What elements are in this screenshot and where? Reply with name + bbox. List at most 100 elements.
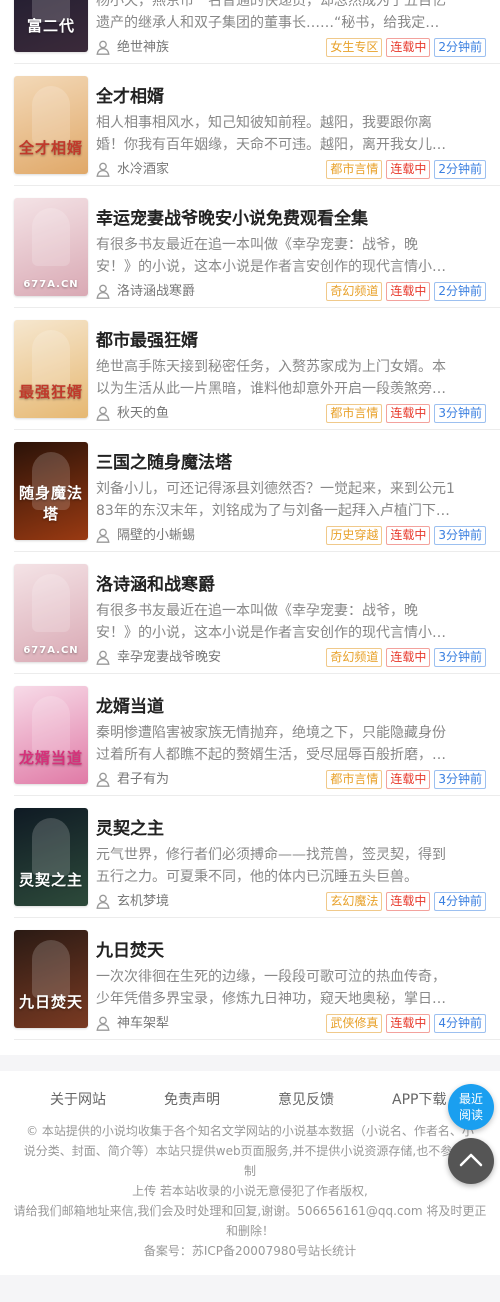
- category-tag[interactable]: 都市言情: [326, 770, 383, 789]
- book-author[interactable]: 幸孕宠妻战爷晚安: [117, 648, 221, 668]
- update-time-tag: 3分钟前: [434, 526, 486, 545]
- book-meta-row: 秋天的鱼 都市言情 连载中 3分钟前: [96, 404, 486, 424]
- book-title[interactable]: 幸运宠妻战爷晚安小说免费观看全集: [96, 204, 368, 229]
- cover-figure: [32, 330, 70, 388]
- book-item[interactable]: 九日焚天 九日焚天 一次次徘徊在生死的边缘，一段段可歌可泣的热血传奇， 少年凭借多界宝…: [0, 918, 500, 1040]
- category-tag[interactable]: 女生专区: [326, 38, 383, 57]
- footer-link-app-download[interactable]: APP下载: [392, 1089, 446, 1109]
- book-item[interactable]: 最强狂婿 都市最强狂婿绝世高手陈天接到秘密任务，入赘苏家成为上门女婿。本 以为生活从…: [0, 308, 500, 430]
- book-description: 绝世高手陈天接到秘密任务，入赘苏家成为上门女婿。本 以为生活从此一片黑暗，谁料他却…: [96, 356, 484, 400]
- cover-title: 677A.CN: [23, 279, 79, 290]
- book-author[interactable]: 洛诗涵战寒爵: [117, 282, 195, 302]
- category-tag[interactable]: 历史穿越: [326, 526, 383, 545]
- book-description: 杨小天，燕京市一名普通的快递员，却忽然成为了五百亿 遗产的继承人和双子集团的董事长…: [96, 0, 484, 34]
- update-time-tag: 4分钟前: [434, 1014, 486, 1033]
- book-cover[interactable]: 富二代: [14, 0, 88, 52]
- category-tag[interactable]: 武侠修真: [326, 1014, 383, 1033]
- description-line: 安！》的小说，这本小说是作者言安创作的现代言情小…: [96, 625, 446, 641]
- user-icon: [96, 650, 110, 665]
- book-description: 元气世界，修行者们必须搏命——找荒兽，签灵契，得到 五行之力。可夏秉不同，他的体内…: [96, 844, 484, 888]
- description-line: 83年的东汉末年，刘铭成为了与刘备一起拜入卢植门下…: [96, 503, 450, 519]
- user-icon: [96, 528, 110, 543]
- book-author[interactable]: 隔壁的小蜥蜴: [117, 526, 195, 546]
- book-title[interactable]: 龙婿当道: [96, 692, 164, 717]
- book-cover[interactable]: 龙婿当道: [14, 686, 88, 784]
- update-time-tag: 2分钟前: [434, 160, 486, 179]
- cover-figure: [32, 696, 70, 754]
- book-author[interactable]: 秋天的鱼: [117, 404, 169, 424]
- cover-figure: [32, 86, 70, 144]
- update-time-tag: 3分钟前: [434, 648, 486, 667]
- footer-notice-line: 说分类、封面、简介等）本站只提供web页面服务,并不提供小说资源存储,也不参与录: [23, 1144, 477, 1158]
- update-time-tag: 2分钟前: [434, 282, 486, 301]
- book-tags: 奇幻频道 连载中 2分钟前: [326, 282, 486, 302]
- description-line: 绝世高手陈天接到秘密任务，入赘苏家成为上门女婿。本: [96, 359, 446, 375]
- user-icon: [96, 284, 110, 299]
- book-item[interactable]: 龙婿当道 龙婿当道 秦明惨遭陷害被家族无情抛弃，绝境之下，只能隐藏身份 过着所有人都瞧…: [0, 674, 500, 796]
- back-to-top-button[interactable]: [448, 1138, 494, 1184]
- user-icon: [96, 406, 110, 421]
- book-title[interactable]: 都市最强狂婿: [96, 326, 198, 351]
- book-title[interactable]: 全才相婿: [96, 82, 164, 107]
- book-cover[interactable]: 全才相婿: [14, 76, 88, 174]
- book-description: 有很多书友最近在追一本叫做《幸孕宠妻：战爷，晚安！》的小说，这本小说是作者言安创…: [96, 600, 484, 644]
- book-title[interactable]: 灵契之主: [96, 814, 164, 839]
- book-cover[interactable]: 随身魔法塔: [14, 442, 88, 540]
- category-tag[interactable]: 奇幻频道: [326, 282, 383, 301]
- book-title[interactable]: 洛诗涵和战寒爵: [96, 570, 215, 595]
- footer-links: 关于网站 免责声明 意见反馈 APP下载: [0, 1089, 500, 1109]
- footer-link-feedback[interactable]: 意见反馈: [278, 1089, 334, 1109]
- book-cover[interactable]: 最强狂婿: [14, 320, 88, 418]
- cover-figure: [32, 818, 70, 876]
- book-tags: 都市言情 连载中 3分钟前: [326, 770, 486, 790]
- description-line: 有很多书友最近在追一本叫做《幸孕宠妻：战爷，晚: [96, 603, 418, 619]
- book-author[interactable]: 玄机梦境: [117, 892, 169, 912]
- book-tags: 武侠修真 连载中 4分钟前: [326, 1014, 486, 1034]
- description-line: 少年凭借多界宝录，修炼九日神功，窥天地奥秘，掌日…: [96, 991, 446, 1007]
- category-tag[interactable]: 奇幻频道: [326, 648, 383, 667]
- book-item[interactable]: 677A.CN 洛诗涵和战寒爵有很多书友最近在追一本叫做《幸孕宠妻：战爷，晚安！》…: [0, 552, 500, 674]
- book-title[interactable]: 三国之随身魔法塔: [96, 448, 232, 473]
- book-meta-row: 幸孕宠妻战爷晚安 奇幻频道 连载中 3分钟前: [96, 648, 486, 668]
- book-author[interactable]: 绝世神族: [117, 38, 169, 58]
- status-tag: 连载中: [386, 38, 431, 57]
- book-tags: 玄幻魔法 连载中 4分钟前: [326, 892, 486, 912]
- user-icon: [96, 894, 110, 909]
- cover-figure: [32, 940, 70, 998]
- book-description: 一次次徘徊在生死的边缘，一段段可歌可泣的热血传奇， 少年凭借多界宝录，修炼九日神功…: [96, 966, 484, 1010]
- footer-link-disclaimer[interactable]: 免责声明: [164, 1089, 220, 1109]
- description-line: 一次次徘徊在生死的边缘，一段段可歌可泣的热血传奇，: [96, 969, 446, 985]
- footer-link-about[interactable]: 关于网站: [50, 1089, 106, 1109]
- description-line: 过着所有人都瞧不起的赘婿生活，受尽屈辱百般折磨，…: [96, 747, 446, 763]
- book-cover[interactable]: 九日焚天: [14, 930, 88, 1028]
- book-title[interactable]: 九日焚天: [96, 936, 164, 961]
- recent-reading-button[interactable]: 最近 阅读: [448, 1084, 494, 1130]
- category-tag[interactable]: 都市言情: [326, 160, 383, 179]
- category-tag[interactable]: 都市言情: [326, 404, 383, 423]
- book-cover[interactable]: 677A.CN: [14, 564, 88, 662]
- cover-title: 灵契之主: [18, 871, 83, 889]
- book-cover[interactable]: 灵契之主: [14, 808, 88, 906]
- book-item[interactable]: 随身魔法塔 三国之随身魔法塔刘备小儿，可还记得涿县刘德然否？一觉起来，来到公元1 8…: [0, 430, 500, 552]
- cover-title: 龙婿当道: [18, 749, 83, 767]
- update-time-tag: 3分钟前: [434, 770, 486, 789]
- description-line: 刘备小儿，可还记得涿县刘德然否？一觉起来，来到公元1: [96, 481, 455, 497]
- status-tag: 连载中: [386, 892, 431, 911]
- status-tag: 连载中: [386, 526, 431, 545]
- book-author[interactable]: 水冷酒家: [117, 160, 169, 180]
- book-item[interactable]: 全才相婿 全才相婿 相人相事相风水，知己知彼知前程。越阳，我要跟你离 婚！你我有百年姻…: [0, 64, 500, 186]
- bottom-band: [0, 1275, 500, 1302]
- book-cover[interactable]: 677A.CN: [14, 198, 88, 296]
- book-meta-row: 水冷酒家 都市言情 连载中 2分钟前: [96, 160, 486, 180]
- book-item[interactable]: 富二代 杨小天，燕京市一名普通的快递员，却忽然成为了五百亿 遗产的继承人和双子集团的…: [0, 0, 500, 64]
- user-icon: [96, 1016, 110, 1031]
- description-line: 婚！你我有百年姻缘，天命不可违。越阳，离开我女儿…: [96, 137, 446, 153]
- book-author[interactable]: 神车架犁: [117, 1014, 169, 1034]
- book-meta-row: 神车架犁 武侠修真 连载中 4分钟前: [96, 1014, 486, 1034]
- footer-icp[interactable]: 备案号：苏ICP备20007980号站长统计: [0, 1241, 500, 1261]
- book-author[interactable]: 君子有为: [117, 770, 169, 790]
- book-item[interactable]: 677A.CN 幸运宠妻战爷晚安小说免费观看全集 有很多书友最近在追一本叫做《幸孕宠…: [0, 186, 500, 308]
- cover-figure: [32, 574, 70, 632]
- book-item[interactable]: 灵契之主 灵契之主 元气世界，修行者们必须搏命——找荒兽，签灵契，得到 五行之力。可夏…: [0, 796, 500, 918]
- category-tag[interactable]: 玄幻魔法: [326, 892, 383, 911]
